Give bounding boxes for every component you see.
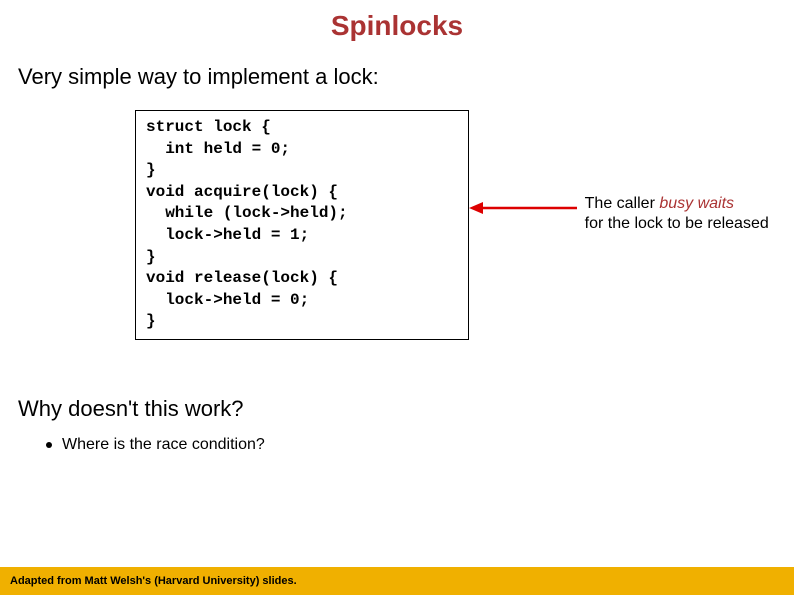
- arrow-cell: [469, 110, 579, 218]
- bullet-text: Where is the race condition?: [62, 436, 265, 454]
- bullet-icon: [46, 442, 52, 448]
- question-text: Why doesn't this work?: [18, 396, 794, 422]
- footer-bar: Adapted from Matt Welsh's (Harvard Unive…: [0, 567, 794, 595]
- content-row: struct lock { int held = 0; } void acqui…: [0, 110, 794, 340]
- annotation: The caller busy waits for the lock to be…: [585, 110, 769, 234]
- annotation-em: busy waits: [659, 195, 734, 212]
- code-block: struct lock { int held = 0; } void acqui…: [146, 117, 348, 333]
- annotation-pre: The caller: [585, 195, 660, 212]
- arrow-icon: [469, 198, 579, 218]
- list-item: Where is the race condition?: [46, 436, 794, 454]
- annotation-post: for the lock to be released: [585, 215, 769, 232]
- footer-text: Adapted from Matt Welsh's (Harvard Unive…: [10, 575, 297, 587]
- intro-text: Very simple way to implement a lock:: [18, 64, 794, 90]
- page-title: Spinlocks: [0, 0, 794, 42]
- code-box: struct lock { int held = 0; } void acqui…: [135, 110, 469, 340]
